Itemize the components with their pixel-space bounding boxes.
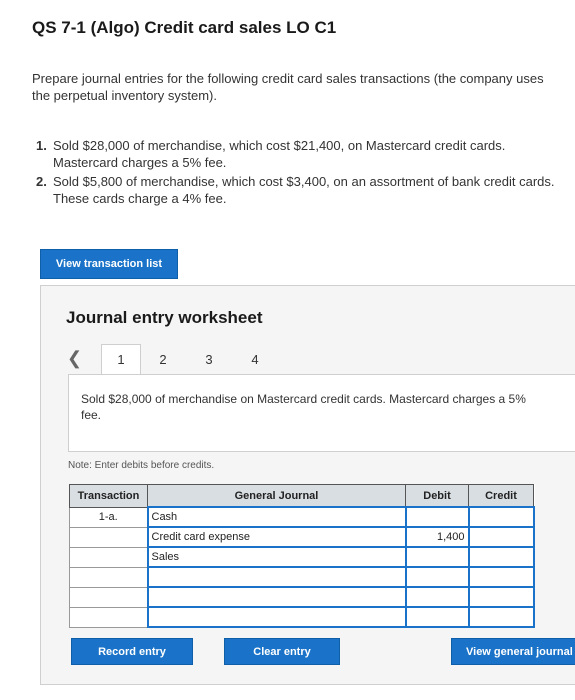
item-text: Sold $5,800 of merchandise, which cost $… bbox=[53, 174, 555, 206]
table-row bbox=[69, 586, 535, 608]
view-general-journal-button[interactable]: View general journal bbox=[451, 638, 575, 665]
item-number: 1. bbox=[36, 138, 47, 153]
credit-input[interactable] bbox=[467, 566, 535, 588]
transaction-cell bbox=[69, 526, 148, 548]
column-header-debit: Debit bbox=[405, 484, 469, 508]
credit-input[interactable] bbox=[467, 526, 535, 548]
clear-entry-button[interactable]: Clear entry bbox=[224, 638, 340, 665]
credit-input[interactable] bbox=[467, 506, 535, 528]
account-input[interactable] bbox=[146, 566, 407, 588]
instructions: Prepare journal entries for the followin… bbox=[32, 71, 544, 103]
transaction-cell bbox=[69, 586, 148, 608]
credit-input[interactable] bbox=[467, 546, 535, 568]
account-input[interactable]: Sales bbox=[146, 546, 407, 568]
record-entry-button[interactable]: Record entry bbox=[71, 638, 193, 665]
transaction-cell: 1-a. bbox=[69, 506, 148, 528]
note-text: Note: Enter debits before credits. bbox=[68, 460, 215, 471]
transaction-cell bbox=[69, 606, 148, 628]
transaction-cell bbox=[69, 546, 148, 568]
debit-input[interactable] bbox=[404, 566, 470, 588]
list-item: 1. Sold $28,000 of merchandise, which co… bbox=[32, 137, 562, 171]
credit-input[interactable] bbox=[467, 606, 535, 628]
column-header-transaction: Transaction bbox=[69, 484, 148, 508]
column-header-credit: Credit bbox=[468, 484, 534, 508]
transaction-description-box: Sold $28,000 of merchandise on Mastercar… bbox=[68, 374, 575, 452]
tab-1[interactable]: 1 bbox=[101, 344, 141, 374]
item-text: Sold $28,000 of merchandise, which cost … bbox=[53, 138, 506, 170]
task-list: 1. Sold $28,000 of merchandise, which co… bbox=[32, 137, 562, 209]
account-input[interactable]: Credit card expense bbox=[146, 526, 407, 548]
debit-input[interactable] bbox=[404, 506, 470, 528]
table-row: Sales bbox=[69, 546, 535, 568]
chevron-left-icon[interactable]: ❮ bbox=[67, 348, 82, 369]
journal-entry-worksheet: Journal entry worksheet ❮ 1 2 3 4 Sold $… bbox=[40, 285, 575, 685]
list-item: 2. Sold $5,800 of merchandise, which cos… bbox=[32, 173, 562, 207]
table-row bbox=[69, 566, 535, 588]
table-row: 1-a. Cash bbox=[69, 506, 535, 528]
entry-pager: ❮ 1 2 3 4 bbox=[63, 344, 563, 374]
tab-2[interactable]: 2 bbox=[143, 344, 183, 374]
account-input[interactable] bbox=[146, 606, 407, 628]
debit-input[interactable] bbox=[404, 606, 470, 628]
tab-3[interactable]: 3 bbox=[189, 344, 229, 374]
view-transaction-list-button[interactable]: View transaction list bbox=[40, 249, 178, 279]
table-row: Credit card expense 1,400 bbox=[69, 526, 535, 548]
journal-table: Transaction General Journal Debit Credit… bbox=[69, 484, 535, 628]
tab-4[interactable]: 4 bbox=[235, 344, 275, 374]
account-input[interactable]: Cash bbox=[146, 506, 407, 528]
table-row bbox=[69, 606, 535, 628]
debit-input[interactable] bbox=[404, 586, 470, 608]
credit-input[interactable] bbox=[467, 586, 535, 608]
debit-input[interactable] bbox=[404, 546, 470, 568]
account-input[interactable] bbox=[146, 586, 407, 608]
transaction-description: Sold $28,000 of merchandise on Mastercar… bbox=[81, 392, 526, 422]
transaction-cell bbox=[69, 566, 148, 588]
column-header-general-journal: General Journal bbox=[147, 484, 406, 508]
debit-input[interactable]: 1,400 bbox=[404, 526, 470, 548]
worksheet-title: Journal entry worksheet bbox=[66, 308, 263, 327]
item-number: 2. bbox=[36, 174, 47, 189]
page-title: QS 7-1 (Algo) Credit card sales LO C1 bbox=[32, 18, 337, 37]
